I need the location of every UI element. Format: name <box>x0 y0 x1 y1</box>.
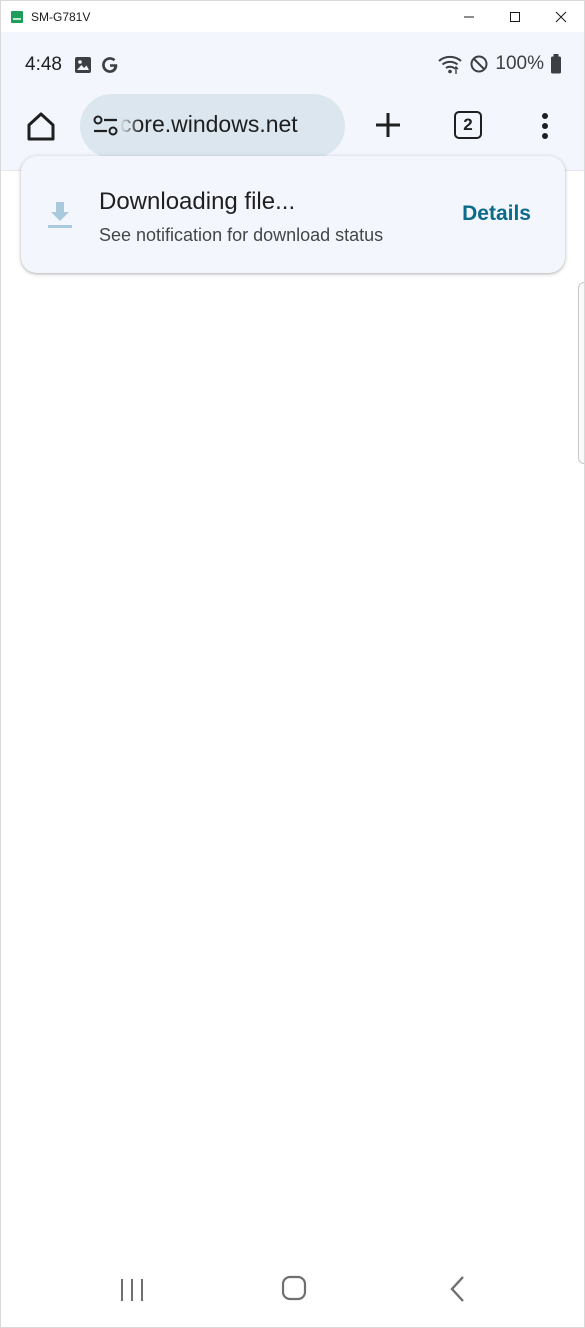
message-title: Downloading file... <box>99 188 296 215</box>
back-icon[interactable] <box>447 1274 469 1304</box>
message-subtitle: See notification for download status <box>99 225 384 245</box>
google-g-icon <box>102 57 118 73</box>
details-button[interactable]: Details <box>462 202 531 226</box>
tab-count: 2 <box>454 111 482 139</box>
plus-icon <box>376 113 400 137</box>
more-vert-icon <box>542 113 548 139</box>
maximize-button[interactable] <box>492 1 538 32</box>
window-title: SM-G781V <box>31 9 91 24</box>
tab-switcher-button[interactable]: 2 <box>452 109 484 141</box>
url-text[interactable]: core.windows.net <box>120 111 298 138</box>
navigation-bar <box>1 1252 584 1327</box>
download-message-card: Downloading file... See notification for… <box>21 156 565 273</box>
close-icon <box>555 11 567 22</box>
download-icon <box>48 202 72 228</box>
battery-icon <box>551 54 561 74</box>
menu-button[interactable] <box>533 108 557 144</box>
maximize-icon <box>510 11 520 22</box>
browser-top-area: 4:48 100% core.windows.net 2 <box>1 32 584 171</box>
wifi-icon <box>438 55 463 74</box>
address-bar[interactable]: core.windows.net <box>80 94 345 158</box>
minimize-icon <box>464 16 474 17</box>
status-left-icons <box>74 55 120 75</box>
status-bar: 4:48 100% <box>1 32 584 94</box>
image-icon <box>75 57 91 73</box>
status-time: 4:48 <box>25 54 62 75</box>
home-icon <box>27 112 55 141</box>
emulator-window: SM-G781V 4:48 100% core.windows.net 2 Do… <box>0 0 585 1328</box>
tune-icon[interactable] <box>92 114 120 138</box>
phone-screen: 4:48 100% core.windows.net 2 Downloading… <box>1 32 584 1327</box>
browser-toolbar: core.windows.net 2 <box>1 94 584 160</box>
app-icon <box>11 10 23 23</box>
do-not-disturb-icon <box>470 55 488 73</box>
window-titlebar: SM-G781V <box>1 1 584 32</box>
minimize-button[interactable] <box>446 1 492 32</box>
recents-icon[interactable] <box>117 1276 147 1304</box>
new-tab-button[interactable] <box>371 108 405 142</box>
home-button[interactable] <box>23 108 59 144</box>
battery-percent: 100% <box>495 53 544 74</box>
status-right-icons: 100% <box>437 53 562 75</box>
close-button[interactable] <box>538 1 584 32</box>
nav-home-icon[interactable] <box>280 1274 308 1302</box>
edge-panel-handle[interactable] <box>578 282 584 464</box>
window-controls <box>446 1 584 32</box>
